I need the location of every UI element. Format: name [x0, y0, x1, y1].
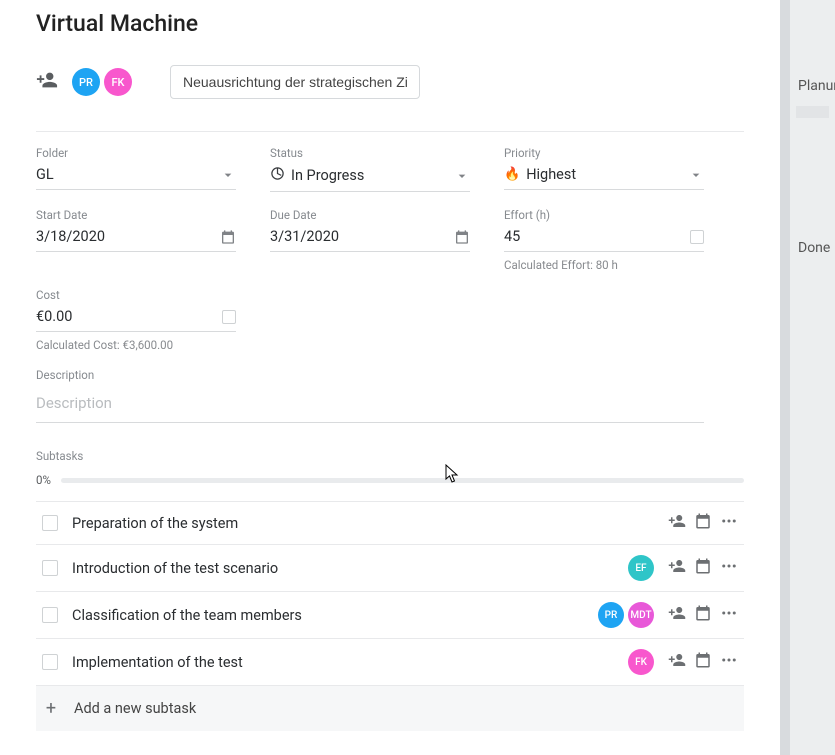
side-column-done: Done	[790, 232, 835, 264]
fire-icon: 🔥	[504, 167, 520, 182]
cost-label: Cost	[36, 288, 236, 302]
priority-value: Highest	[526, 166, 576, 183]
calendar-icon	[454, 229, 470, 245]
cost-calc: Calculated Cost: €3,600.00	[36, 338, 236, 352]
start-date-value: 3/18/2020	[36, 228, 105, 245]
subtask-assignee-avatar[interactable]: PR	[598, 602, 624, 628]
subtask-title: Preparation of the system	[72, 515, 640, 532]
folder-value: GL	[36, 166, 54, 183]
due-date-label: Due Date	[270, 208, 470, 222]
subtask-row[interactable]: Preparation of the system	[36, 502, 744, 545]
set-date-icon[interactable]	[694, 651, 712, 673]
assignee-avatar[interactable]: FK	[104, 68, 132, 96]
status-label: Status	[270, 146, 470, 160]
add-assignee-icon[interactable]	[36, 69, 58, 95]
subtask-title: Classification of the team members	[72, 607, 584, 624]
cost-value: €0.00	[36, 308, 72, 325]
side-column-planning: Planung	[790, 70, 835, 102]
subtask-checkbox[interactable]	[42, 607, 58, 623]
effort-calc: Calculated Effort: 80 h	[504, 258, 704, 272]
progress-icon	[270, 166, 285, 185]
add-assignee-icon[interactable]	[668, 651, 686, 673]
subtask-row[interactable]: Classification of the team members PRMDT	[36, 592, 744, 639]
plus-icon: +	[42, 698, 60, 719]
set-date-icon[interactable]	[694, 557, 712, 579]
more-icon[interactable]	[720, 604, 738, 626]
add-subtask-row[interactable]: + Add a new subtask	[36, 686, 744, 731]
due-date-value: 3/31/2020	[270, 228, 339, 245]
subtasks-progress-bar	[61, 478, 744, 483]
cost-lock-checkbox[interactable]	[222, 310, 236, 324]
effort-label: Effort (h)	[504, 208, 704, 222]
start-date-label: Start Date	[36, 208, 236, 222]
more-icon[interactable]	[720, 651, 738, 673]
calendar-icon	[220, 229, 236, 245]
subtask-checkbox[interactable]	[42, 515, 58, 531]
set-date-icon[interactable]	[694, 512, 712, 534]
priority-label: Priority	[504, 146, 704, 160]
subtask-title: Implementation of the test	[72, 654, 614, 671]
subtask-checkbox[interactable]	[42, 654, 58, 670]
start-date-input[interactable]: 3/18/2020	[36, 228, 236, 252]
more-icon[interactable]	[720, 512, 738, 534]
status-select[interactable]: In Progress	[270, 166, 470, 192]
description-label: Description	[36, 368, 704, 382]
status-value: In Progress	[291, 167, 364, 184]
cost-input[interactable]: €0.00	[36, 308, 236, 332]
more-icon[interactable]	[720, 557, 738, 579]
subtask-assignee-avatar[interactable]: FK	[628, 649, 654, 675]
chevron-down-icon	[688, 167, 704, 183]
effort-input[interactable]: 45	[504, 228, 704, 252]
description-textarea[interactable]: Description	[36, 388, 704, 423]
subtask-row[interactable]: Introduction of the test scenario EF	[36, 545, 744, 592]
add-subtask-label: Add a new subtask	[74, 700, 196, 717]
assignee-avatar[interactable]: PR	[72, 68, 100, 96]
subtasks-label: Subtasks	[36, 449, 744, 463]
subtasks-progress-pct: 0%	[36, 473, 51, 487]
subtask-assignee-avatar[interactable]: MDT	[628, 602, 654, 628]
chevron-down-icon	[454, 168, 470, 184]
chevron-down-icon	[220, 167, 236, 183]
subtask-checkbox[interactable]	[42, 560, 58, 576]
effort-lock-checkbox[interactable]	[690, 230, 704, 244]
add-assignee-icon[interactable]	[668, 604, 686, 626]
due-date-input[interactable]: 3/31/2020	[270, 228, 470, 252]
subtask-title: Introduction of the test scenario	[72, 560, 614, 577]
subtask-row[interactable]: Implementation of the test FK	[36, 639, 744, 686]
folder-select[interactable]: GL	[36, 166, 236, 190]
context-input[interactable]	[170, 65, 420, 99]
set-date-icon[interactable]	[694, 604, 712, 626]
subtask-assignee-avatar[interactable]: EF	[628, 555, 654, 581]
effort-value: 45	[504, 228, 520, 245]
add-assignee-icon[interactable]	[668, 512, 686, 534]
folder-label: Folder	[36, 146, 236, 160]
page-title: Virtual Machine	[36, 10, 744, 37]
priority-select[interactable]: 🔥 Highest	[504, 166, 704, 190]
add-assignee-icon[interactable]	[668, 557, 686, 579]
